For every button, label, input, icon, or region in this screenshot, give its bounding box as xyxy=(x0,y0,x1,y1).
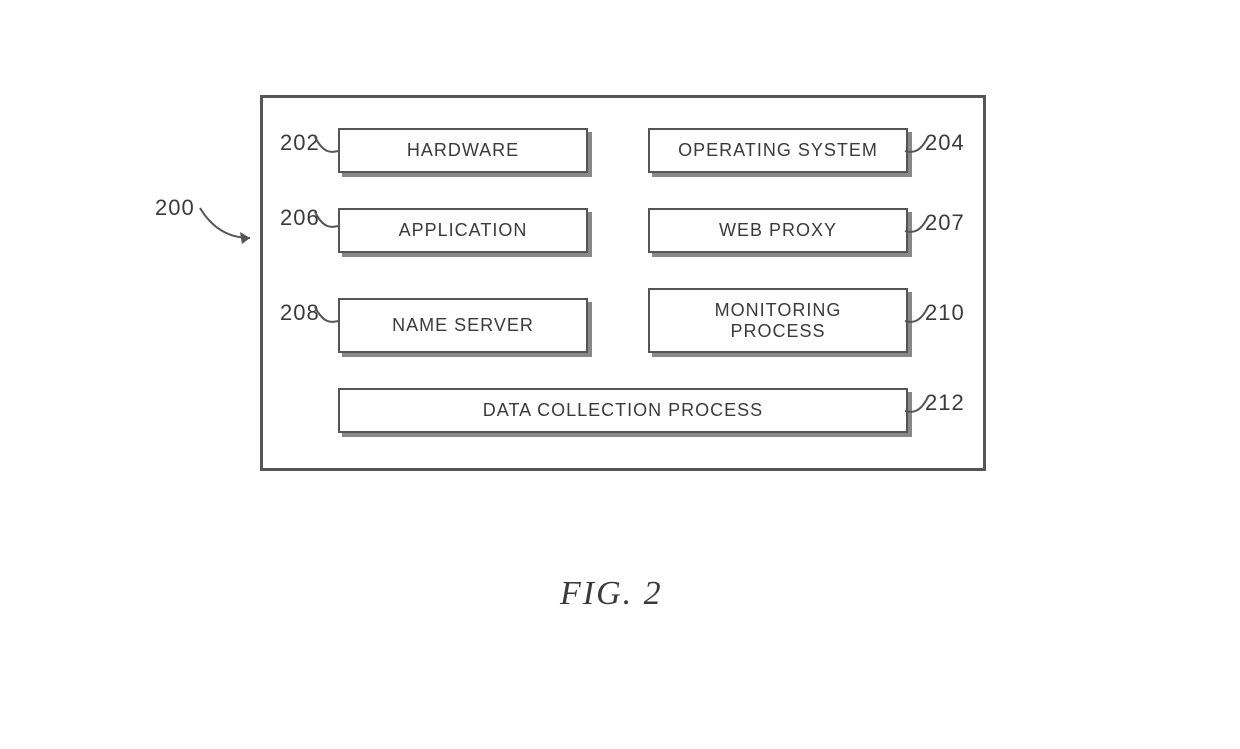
block-name-server-label: NAME SERVER xyxy=(392,315,534,336)
leader-207 xyxy=(900,215,930,240)
leader-202 xyxy=(313,135,343,160)
leader-210 xyxy=(900,305,930,330)
block-name-server: NAME SERVER xyxy=(338,298,588,353)
leader-212 xyxy=(900,395,930,420)
block-monitoring: MONITORING PROCESS xyxy=(648,288,908,353)
ref-210: 210 xyxy=(925,300,965,326)
leader-208 xyxy=(313,305,343,330)
block-hardware-label: HARDWARE xyxy=(407,140,519,161)
leader-200 xyxy=(195,203,265,243)
block-application-label: APPLICATION xyxy=(399,220,528,241)
block-application: APPLICATION xyxy=(338,208,588,253)
ref-207: 207 xyxy=(925,210,965,236)
ref-200: 200 xyxy=(155,195,195,221)
block-os: OPERATING SYSTEM xyxy=(648,128,908,173)
container-box: HARDWARE OPERATING SYSTEM APPLICATION WE… xyxy=(260,95,986,471)
block-hardware: HARDWARE xyxy=(338,128,588,173)
ref-204: 204 xyxy=(925,130,965,156)
diagram-canvas: 200 HARDWARE OPERATING SYSTEM APPLICATIO… xyxy=(0,0,1240,749)
block-monitoring-label: MONITORING PROCESS xyxy=(715,300,842,341)
block-os-label: OPERATING SYSTEM xyxy=(678,140,878,161)
leader-204 xyxy=(900,135,930,160)
leader-206 xyxy=(313,210,343,235)
block-data-collection-label: DATA COLLECTION PROCESS xyxy=(483,400,763,421)
block-data-collection: DATA COLLECTION PROCESS xyxy=(338,388,908,433)
block-web-proxy: WEB PROXY xyxy=(648,208,908,253)
figure-caption: FIG. 2 xyxy=(560,575,663,613)
block-web-proxy-label: WEB PROXY xyxy=(719,220,837,241)
ref-212: 212 xyxy=(925,390,965,416)
